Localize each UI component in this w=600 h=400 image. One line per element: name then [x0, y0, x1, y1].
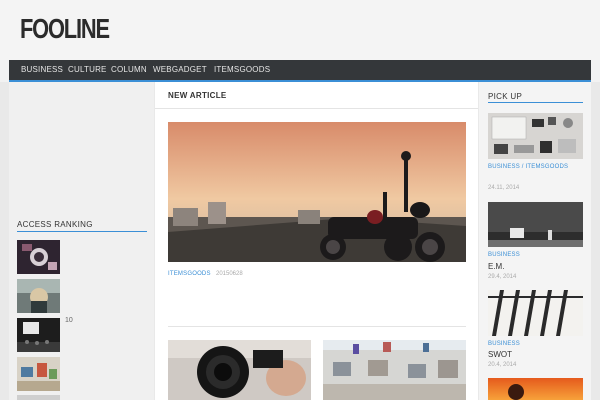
main-content: NEW ARTICLE ITEMSGOODS 20150628 — [155, 82, 478, 400]
pickup-date-1: 24.11, 2014 — [488, 185, 520, 191]
colorful-room-photo-icon — [17, 357, 60, 391]
street-laundry-photo-icon — [323, 340, 466, 400]
site-header: FOOLINE — [0, 0, 600, 60]
pickup-category-1[interactable]: BUSINESS / ITEMSGOODS — [488, 164, 568, 170]
nav-item-column[interactable]: COLUMN — [111, 65, 147, 74]
nav-item-itemsgoods[interactable]: ITEMSGOODS — [214, 65, 270, 74]
pickup-category-3[interactable]: BUSINESS — [488, 341, 520, 347]
fence-shadow-icon — [488, 290, 583, 336]
ranking-thumb-2[interactable] — [17, 279, 60, 313]
right-sidebar: PICK UP BUSINESS / ITEMSGOODS 24.11, 201… — [479, 82, 591, 400]
ranking-thumb-5-partial[interactable] — [17, 395, 60, 400]
dark-room-photo-icon — [17, 318, 60, 352]
pickup-date-2: 29.4, 2014 — [488, 274, 517, 280]
pickup-title-3[interactable]: SWOT — [488, 350, 512, 359]
pickup-date-3: 20.4, 2014 — [488, 362, 517, 368]
ranking-thumb-3[interactable] — [17, 318, 60, 352]
ranking-count-3: 10 — [65, 317, 73, 324]
pickup-title-2[interactable]: E.M. — [488, 262, 504, 271]
motorcycle-sunset-photo-icon — [168, 122, 466, 262]
cockpit-photo-icon — [17, 279, 60, 313]
pickup-thumb-1[interactable] — [488, 113, 583, 159]
pickup-thumb-4[interactable] — [488, 378, 583, 400]
ranking-thumb-4[interactable] — [17, 357, 60, 391]
featured-article-image[interactable] — [168, 122, 466, 262]
main-nav: BUSINESS CULTURE COLUMN WEBGADGET ITEMSG… — [9, 60, 591, 82]
ranking-thumb-1[interactable] — [17, 240, 60, 274]
pick-up-title: PICK UP — [488, 92, 523, 101]
nav-item-business[interactable]: BUSINESS — [21, 65, 63, 74]
pick-up-underline — [488, 102, 583, 103]
left-sidebar: ACCESS RANKING 10 — [9, 82, 154, 400]
pickup-category-2[interactable]: BUSINESS — [488, 252, 520, 258]
section-divider — [155, 108, 478, 109]
pickup-thumb-3[interactable] — [488, 290, 583, 336]
article-thumb-camera[interactable] — [168, 340, 311, 400]
featured-category[interactable]: ITEMSGOODS — [168, 271, 211, 277]
access-ranking-title: ACCESS RANKING — [17, 220, 93, 229]
access-ranking-underline — [17, 231, 147, 232]
camera-hands-photo-icon — [168, 340, 311, 400]
gadgets-flatlay-icon — [488, 113, 583, 159]
featured-date: 20150628 — [216, 271, 243, 277]
article-thumb-street[interactable] — [323, 340, 466, 400]
article-divider — [168, 326, 466, 327]
new-article-title: NEW ARTICLE — [168, 91, 227, 100]
camera-top-view-icon — [17, 240, 60, 274]
site-logo[interactable]: FOOLINE — [20, 13, 110, 45]
nav-item-webgadget[interactable]: WEBGADGET — [153, 65, 207, 74]
pickup-thumb-2[interactable] — [488, 202, 583, 247]
sunset-silhouette-icon — [488, 378, 583, 400]
nav-item-culture[interactable]: CULTURE — [68, 65, 107, 74]
piano-stage-icon — [488, 202, 583, 247]
